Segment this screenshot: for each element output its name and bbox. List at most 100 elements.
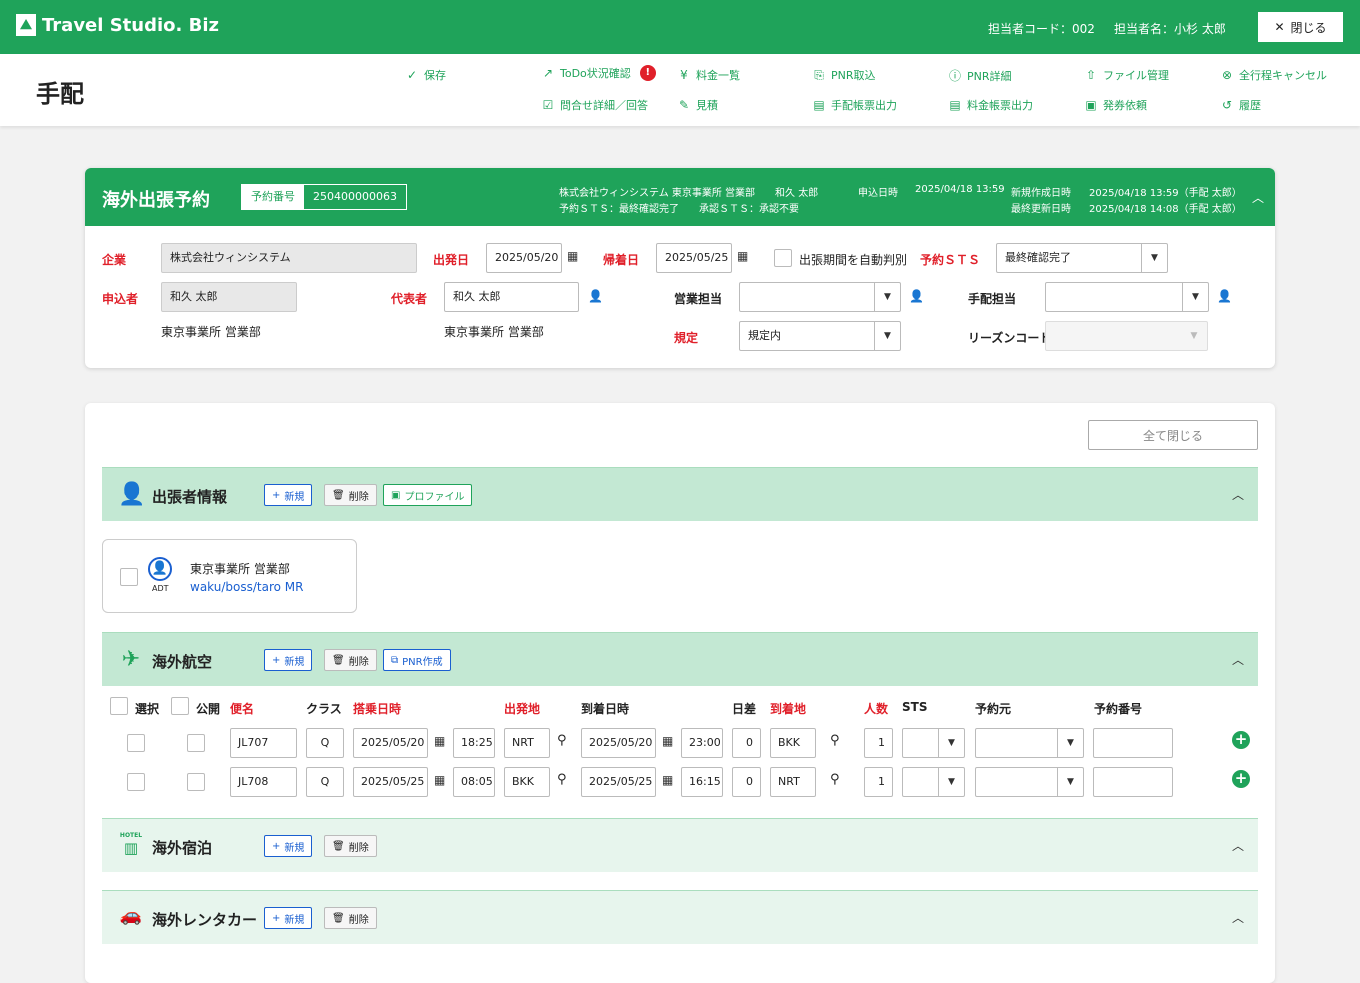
day-diff-input[interactable]: 0	[732, 767, 761, 797]
traveler-card[interactable]: 👤 ADT 東京事業所 営業部 waku/boss/taro MR	[102, 539, 357, 613]
sales-select[interactable]: ▼	[739, 282, 901, 312]
pnr-detail-button[interactable]: ⓘ PNR詳細	[948, 67, 1012, 84]
delete-car-button[interactable]: 🗑 削除	[324, 907, 377, 929]
return-date-input[interactable]: 2025/05/25	[656, 243, 732, 273]
arrival-date-input[interactable]: 2025/05/25	[581, 767, 656, 797]
row-select-checkbox[interactable]	[127, 734, 145, 752]
person-search-icon[interactable]: 👤	[909, 289, 924, 303]
close-all-button[interactable]: 全て閉じる	[1088, 420, 1258, 450]
person-search-icon[interactable]: 👤	[588, 289, 603, 303]
add-traveler-button[interactable]: + 新規	[264, 484, 313, 506]
cancel-all-button[interactable]: ⊗ 全行程キャンセル	[1220, 67, 1327, 83]
rental-car-section-header[interactable]: 🚗 海外レンタカー + 新規 🗑 削除 ︿	[102, 890, 1258, 944]
ticket-request-button[interactable]: ▣ 発券依頼	[1084, 97, 1147, 113]
chevron-down-icon: ▼	[1190, 331, 1198, 341]
select-all-checkbox[interactable]	[110, 697, 128, 715]
delete-hotel-button[interactable]: 🗑 削除	[324, 835, 377, 857]
booking-no-input[interactable]	[1093, 767, 1173, 797]
search-icon[interactable]: ⚲	[830, 772, 840, 787]
to-input[interactable]: NRT	[770, 767, 816, 797]
row-publish-checkbox[interactable]	[187, 734, 205, 752]
pax-input[interactable]: 1	[864, 728, 893, 758]
calendar-icon[interactable]: ▦	[737, 249, 748, 263]
from-input[interactable]: BKK	[504, 767, 550, 797]
flight-input[interactable]: JL707	[230, 728, 297, 758]
row-select-checkbox[interactable]	[127, 773, 145, 791]
sts-select[interactable]: ▼	[902, 728, 965, 758]
calendar-icon[interactable]: ▦	[434, 734, 445, 748]
inquiry-button[interactable]: ☑ 問合せ詳細／回答	[541, 97, 648, 113]
calendar-icon[interactable]: ▦	[434, 773, 445, 787]
save-button[interactable]: ✓ 保存	[405, 67, 446, 83]
arrival-date-input[interactable]: 2025/05/20	[581, 728, 656, 758]
auto-judge-checkbox[interactable]	[774, 249, 792, 267]
applicant-field[interactable]: 和久 太郎	[161, 282, 297, 312]
booking-source-select[interactable]: ▼	[975, 767, 1084, 797]
arrival-time-input[interactable]: 23:00	[681, 728, 723, 758]
search-icon[interactable]: ⚲	[557, 772, 567, 787]
import-icon: ⎘	[814, 67, 824, 82]
traveler-name-link[interactable]: waku/boss/taro MR	[190, 580, 303, 594]
chevron-up-icon[interactable]: ︿	[1232, 909, 1244, 926]
search-icon[interactable]: ⚲	[557, 733, 567, 748]
class-input[interactable]: Q	[306, 728, 344, 758]
calendar-icon[interactable]: ▦	[662, 773, 673, 787]
yen-icon: ¥	[680, 68, 688, 82]
arrange-print-button[interactable]: ▤ 手配帳票出力	[812, 97, 897, 113]
publish-all-checkbox[interactable]	[171, 697, 189, 715]
collapse-chevron-icon[interactable]: ︿	[1252, 189, 1264, 206]
representative-input[interactable]: 和久 太郎	[444, 282, 579, 312]
arrange-select[interactable]: ▼	[1045, 282, 1209, 312]
to-input[interactable]: BKK	[770, 728, 816, 758]
booking-sts-select[interactable]: 最終確認完了 ▼	[996, 243, 1168, 273]
day-diff-input[interactable]: 0	[732, 728, 761, 758]
departure-time-input[interactable]: 08:05	[453, 767, 495, 797]
col-sts: STS	[902, 700, 928, 714]
estimate-button[interactable]: ✎ 見積	[677, 97, 718, 113]
depart-date-input[interactable]: 2025/05/20	[486, 243, 562, 273]
fee-print-button[interactable]: ▤ 料金帳票出力	[948, 97, 1033, 113]
add-car-button[interactable]: + 新規	[264, 907, 313, 929]
calendar-icon[interactable]: ▦	[662, 734, 673, 748]
file-management-button[interactable]: ⇧ ファイル管理	[1084, 67, 1169, 83]
todo-status-button[interactable]: ↗ ToDo状況確認!	[541, 65, 656, 81]
sales-label: 営業担当	[674, 292, 723, 306]
chevron-up-icon[interactable]: ︿	[1232, 837, 1244, 854]
departure-time-input[interactable]: 18:25	[453, 728, 495, 758]
class-input[interactable]: Q	[306, 767, 344, 797]
calendar-icon[interactable]: ▦	[567, 249, 578, 263]
profile-button[interactable]: ▣ プロファイル	[383, 484, 473, 506]
air-section-header[interactable]: ✈ 海外航空 + 新規 🗑 削除 ⧉ PNR作成 ︿	[102, 632, 1258, 686]
pnr-import-button[interactable]: ⎘ PNR取込	[812, 67, 875, 83]
add-segment-icon[interactable]: +	[1232, 731, 1250, 749]
add-flight-button[interactable]: + 新規	[264, 649, 313, 671]
booking-source-select[interactable]: ▼	[975, 728, 1084, 758]
history-button[interactable]: ↺ 履歴	[1220, 97, 1261, 113]
departure-date-input[interactable]: 2025/05/20	[353, 728, 428, 758]
chevron-up-icon[interactable]: ︿	[1232, 486, 1244, 503]
flight-input[interactable]: JL708	[230, 767, 297, 797]
traveler-section-header[interactable]: 👤 出張者情報 + 新規 🗑 削除 ▣ プロファイル ︿	[102, 467, 1258, 521]
traveler-checkbox[interactable]	[120, 568, 138, 586]
booking-no-input[interactable]	[1093, 728, 1173, 758]
from-input[interactable]: NRT	[504, 728, 550, 758]
arrival-time-input[interactable]: 16:15	[681, 767, 723, 797]
delete-flight-button[interactable]: 🗑 削除	[324, 649, 377, 671]
search-icon[interactable]: ⚲	[830, 733, 840, 748]
fee-list-button[interactable]: ¥ 料金一覧	[677, 67, 740, 83]
company-field[interactable]: 株式会社ウィンシステム	[161, 243, 417, 273]
row-publish-checkbox[interactable]	[187, 773, 205, 791]
person-search-icon[interactable]: 👤	[1217, 289, 1232, 303]
reason-code-select[interactable]: ▼	[1045, 321, 1208, 351]
chevron-up-icon[interactable]: ︿	[1232, 651, 1244, 668]
delete-traveler-button[interactable]: 🗑 削除	[324, 484, 377, 506]
add-hotel-button[interactable]: + 新規	[264, 835, 313, 857]
rule-select[interactable]: 規定内 ▼	[739, 321, 901, 351]
pnr-create-button[interactable]: ⧉ PNR作成	[383, 649, 451, 671]
add-segment-icon[interactable]: +	[1232, 770, 1250, 788]
pax-input[interactable]: 1	[864, 767, 893, 797]
hotel-section-header[interactable]: HOTEL ▥ 海外宿泊 + 新規 🗑 削除 ︿	[102, 818, 1258, 872]
departure-date-input[interactable]: 2025/05/25	[353, 767, 428, 797]
close-button[interactable]: ✕ 閉じる	[1258, 12, 1343, 42]
sts-select[interactable]: ▼	[902, 767, 965, 797]
